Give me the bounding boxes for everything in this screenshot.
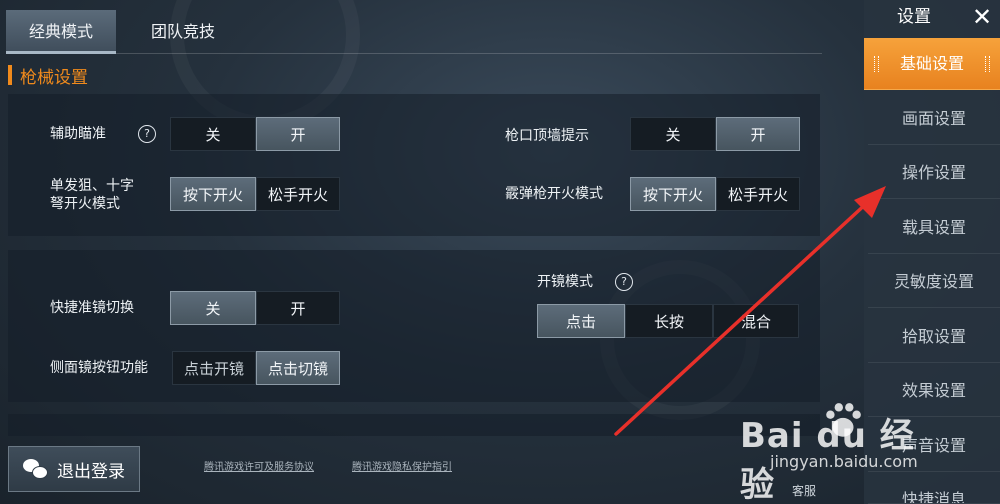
sniper-fire-mode-label-line2: 弩开火模式 [50, 196, 120, 212]
tab-team-deathmatch[interactable]: 团队竞技 [128, 10, 238, 54]
mode-tabs: 经典模式 团队竞技 [6, 10, 822, 54]
logout-label: 退出登录 [57, 461, 125, 482]
quick-scope-switch-toggle: 关 开 [170, 291, 340, 325]
scope-mode-label: 开镜模式 [537, 274, 593, 290]
muzzle-wall-hint-toggle: 关 开 [630, 117, 800, 151]
baidu-paw-icon [826, 403, 861, 437]
license-agreement-link[interactable]: 腾讯游戏许可及服务协议 [204, 458, 314, 473]
watermark-url: jingyan.baidu.com [770, 452, 918, 471]
aim-assist-label: 辅助瞄准 [50, 126, 106, 142]
sniper-fire-mode-selector: 按下开火 松手开火 [170, 177, 340, 211]
privacy-policy-link[interactable]: 腾讯游戏隐私保护指引 [352, 458, 452, 473]
side-scope-tap-scope-option[interactable]: 点击开镜 [172, 351, 256, 385]
side-scope-button-label: 侧面镜按钮功能 [50, 360, 148, 376]
aim-assist-on-option[interactable]: 开 [256, 117, 340, 151]
wechat-icon [23, 459, 48, 479]
quick-scope-switch-label: 快捷准镜切换 [50, 300, 134, 316]
sidebar-item-basic[interactable]: 基础设置 [864, 38, 1000, 90]
side-scope-button-selector: 点击开镜 点击切镜 [172, 351, 340, 385]
section-title-text: 枪械设置 [20, 67, 88, 88]
sniper-press-fire-option[interactable]: 按下开火 [170, 177, 256, 211]
sidebar-item-graphics[interactable]: 画面设置 [868, 93, 1000, 145]
sniper-fire-mode-label-line1: 单发狙、十字 [50, 178, 134, 194]
muzzle-wall-hint-on-option[interactable]: 开 [716, 117, 800, 151]
logout-button[interactable]: 退出登录 [8, 446, 140, 492]
aim-assist-off-option[interactable]: 关 [170, 117, 256, 151]
shotgun-fire-mode-label: 霰弹枪开火模式 [505, 186, 603, 202]
sidebar-title: 设置 [897, 7, 931, 27]
aim-assist-toggle: 关 开 [170, 117, 340, 151]
aim-assist-help-icon[interactable]: ? [138, 125, 156, 143]
side-scope-tap-switch-option[interactable]: 点击切镜 [256, 351, 340, 385]
sniper-release-fire-option[interactable]: 松手开火 [256, 177, 340, 211]
quick-scope-on-option[interactable]: 开 [256, 291, 340, 325]
baidu-watermark: Bai du 经验 jingyan.baidu.com [740, 403, 920, 504]
tab-classic-mode[interactable]: 经典模式 [6, 10, 116, 54]
quick-scope-off-option[interactable]: 关 [170, 291, 256, 325]
muzzle-wall-hint-off-option[interactable]: 关 [630, 117, 716, 151]
section-title: 枪械设置 [8, 62, 88, 88]
section-title-bar [8, 65, 12, 85]
muzzle-wall-hint-label: 枪口顶墙提示 [505, 128, 589, 144]
close-icon[interactable]: ✕ [964, 0, 1000, 34]
